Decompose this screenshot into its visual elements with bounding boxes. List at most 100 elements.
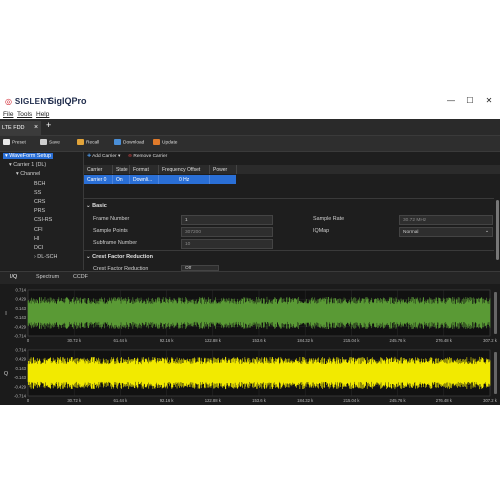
cell-carrier[interactable]: Carrier 0 xyxy=(84,175,113,184)
tree-item-channel[interactable]: ▾ Channel xyxy=(16,171,40,177)
plot-scrollbar xyxy=(494,352,497,394)
tree-item-dl-sch[interactable]: › DL-SCH xyxy=(34,254,57,260)
x-tick-label: 153.6 k xyxy=(252,398,267,403)
x-tick-label: 215.04 k xyxy=(343,338,360,343)
frame-number-input[interactable]: 1 xyxy=(181,215,273,225)
basic-section-title: Basic xyxy=(92,203,107,209)
tree-item-label: BCH xyxy=(34,180,46,187)
header-power[interactable]: Power xyxy=(210,165,237,174)
basic-section-header[interactable]: ⌄ Basic xyxy=(86,203,107,209)
iqmap-value: Normal xyxy=(403,229,419,235)
header-frequency-offset[interactable]: Frequency Offset xyxy=(159,165,210,174)
y-tick-label: 0.429 xyxy=(16,297,27,302)
update-button[interactable]: Update xyxy=(153,139,177,149)
tree-item-crs[interactable]: CRS xyxy=(34,199,45,205)
tree-item-waveform-setup[interactable]: ▾ WaveForm Setup xyxy=(3,153,53,159)
x-tick-label: 276.48 k xyxy=(436,338,453,343)
add-tab-button[interactable]: + xyxy=(46,120,51,130)
recall-button[interactable]: Recall xyxy=(77,139,99,149)
sample-rate-label: Sample Rate xyxy=(313,216,345,222)
header-carrier[interactable]: Carrier xyxy=(84,165,113,174)
tree-item-csi-rs[interactable]: CSI-RS xyxy=(34,217,52,223)
app-title: SigIQPro xyxy=(48,96,87,106)
y-tick-label: -0.429 xyxy=(14,324,27,329)
chevron-down-icon: ⌄ xyxy=(485,228,490,234)
cfr-section-header[interactable]: ⌄ Crest Factor Reduction xyxy=(86,254,153,260)
tree-item-cfi[interactable]: CFI xyxy=(34,227,43,233)
x-tick-label: 30.72 k xyxy=(67,338,82,343)
tab-label: LTE FDD xyxy=(2,125,25,131)
x-tick-label: 153.6 k xyxy=(252,338,267,343)
add-carrier-button[interactable]: ✚ Add Carrier ▾ xyxy=(87,154,120,159)
x-tick-label: 122.88 k xyxy=(205,338,222,343)
tab-spectrum[interactable]: Spectrum xyxy=(36,274,59,280)
x-tick-label: 215.04 k xyxy=(343,398,360,403)
cell-state-text: On xyxy=(116,177,123,183)
tree-item-label: SS xyxy=(34,189,42,196)
tab-ccdf[interactable]: CCDF xyxy=(73,274,88,280)
x-tick-label: 307.2 k xyxy=(483,338,498,343)
y-tick-label: 0.143 xyxy=(16,306,27,311)
app-window: ◎ SIGLENT SigIQPro — ☐ ✕ File Tools Help… xyxy=(0,94,500,405)
download-button[interactable]: Download xyxy=(114,139,144,149)
settings-scrollbar[interactable] xyxy=(496,200,499,260)
cell-power[interactable] xyxy=(210,175,236,184)
chevron-down-icon: ▾ xyxy=(117,154,121,159)
maximize-button[interactable]: ☐ xyxy=(465,96,475,106)
preset-icon xyxy=(3,139,10,145)
x-tick-label: 0 xyxy=(27,338,30,343)
add-carrier-label: Add Carrier xyxy=(92,154,117,159)
cell-frequency-offset-text: 0 Hz xyxy=(179,177,190,183)
save-button[interactable]: Save xyxy=(40,139,60,149)
subframe-number-label: Subframe Number xyxy=(93,240,138,246)
header-state[interactable]: State xyxy=(113,165,130,174)
frame-number-label: Frame Number xyxy=(93,216,130,222)
cell-state[interactable]: On xyxy=(113,175,130,184)
brand-text: SIGLENT xyxy=(14,97,52,106)
header-power-label: Power xyxy=(213,167,228,173)
tree-item-carrier-1-dl[interactable]: ▾ Carrier 1 (DL) xyxy=(9,162,46,168)
tree-item-label: WaveForm Setup xyxy=(9,153,51,159)
cell-frequency-offset[interactable]: 0 Hz xyxy=(159,175,210,184)
tree-item-dci[interactable]: DCI xyxy=(34,245,43,251)
x-tick-label: 92.16 k xyxy=(160,338,175,343)
tree-item-label: CRS xyxy=(34,199,46,205)
tree-item-ss[interactable]: SS xyxy=(34,190,41,196)
minimize-button[interactable]: — xyxy=(446,96,456,106)
tree-item-hi[interactable]: HI xyxy=(34,236,39,242)
cell-format[interactable]: Downli... xyxy=(130,175,159,184)
save-icon xyxy=(40,139,47,145)
y-tick-label: -0.143 xyxy=(14,375,27,380)
tree-item-bch[interactable]: BCH xyxy=(34,181,45,187)
header-carrier-label: Carrier xyxy=(87,167,103,173)
main-toolbar: Preset Save Recall Download Update xyxy=(0,136,500,152)
minus-circle-icon: ⊖ xyxy=(128,154,133,159)
recall-label: Recall xyxy=(86,140,100,146)
tab-iq[interactable]: I/Q xyxy=(10,274,17,280)
remove-carrier-label: Remove Carrier xyxy=(133,154,168,159)
close-button[interactable]: ✕ xyxy=(484,96,494,106)
tab-lte-fdd[interactable]: LTE FDD × xyxy=(0,121,41,135)
remove-carrier-button[interactable]: ⊖ Remove Carrier xyxy=(128,154,167,159)
y-axis-label: I xyxy=(5,311,7,317)
header-state-label: State xyxy=(116,167,128,173)
menu-file[interactable]: File xyxy=(3,111,13,118)
plot-scrollbar xyxy=(494,292,497,334)
iq-plot-svg: 0 30.72 k 61.44 k 92.16 k 122.88 k 153.6 k 184… xyxy=(4,288,498,404)
tab-close-icon[interactable]: × xyxy=(34,124,38,131)
subframe-number-input[interactable]: 10 xyxy=(181,239,273,249)
y-tick-label: 0.143 xyxy=(16,366,27,371)
tree-item-label: DCI xyxy=(34,245,44,251)
menu-help[interactable]: Help xyxy=(36,111,49,118)
preset-button[interactable]: Preset xyxy=(3,139,26,149)
iqmap-select[interactable]: Normal ⌄ xyxy=(399,227,493,237)
tree-item-prs[interactable]: PRS xyxy=(34,208,45,214)
header-format[interactable]: Format xyxy=(130,165,159,174)
cfr-section-title: Crest Factor Reduction xyxy=(92,254,153,260)
menu-bar: File Tools Help xyxy=(0,110,500,119)
tree-item-label: DL-SCH xyxy=(37,254,58,261)
cfr-label-partial: Crest Factor Reduction xyxy=(93,266,149,270)
tree-item-label: Channel xyxy=(20,171,41,178)
x-tick-label: 184.32 k xyxy=(297,338,314,343)
menu-tools[interactable]: Tools xyxy=(17,111,32,118)
